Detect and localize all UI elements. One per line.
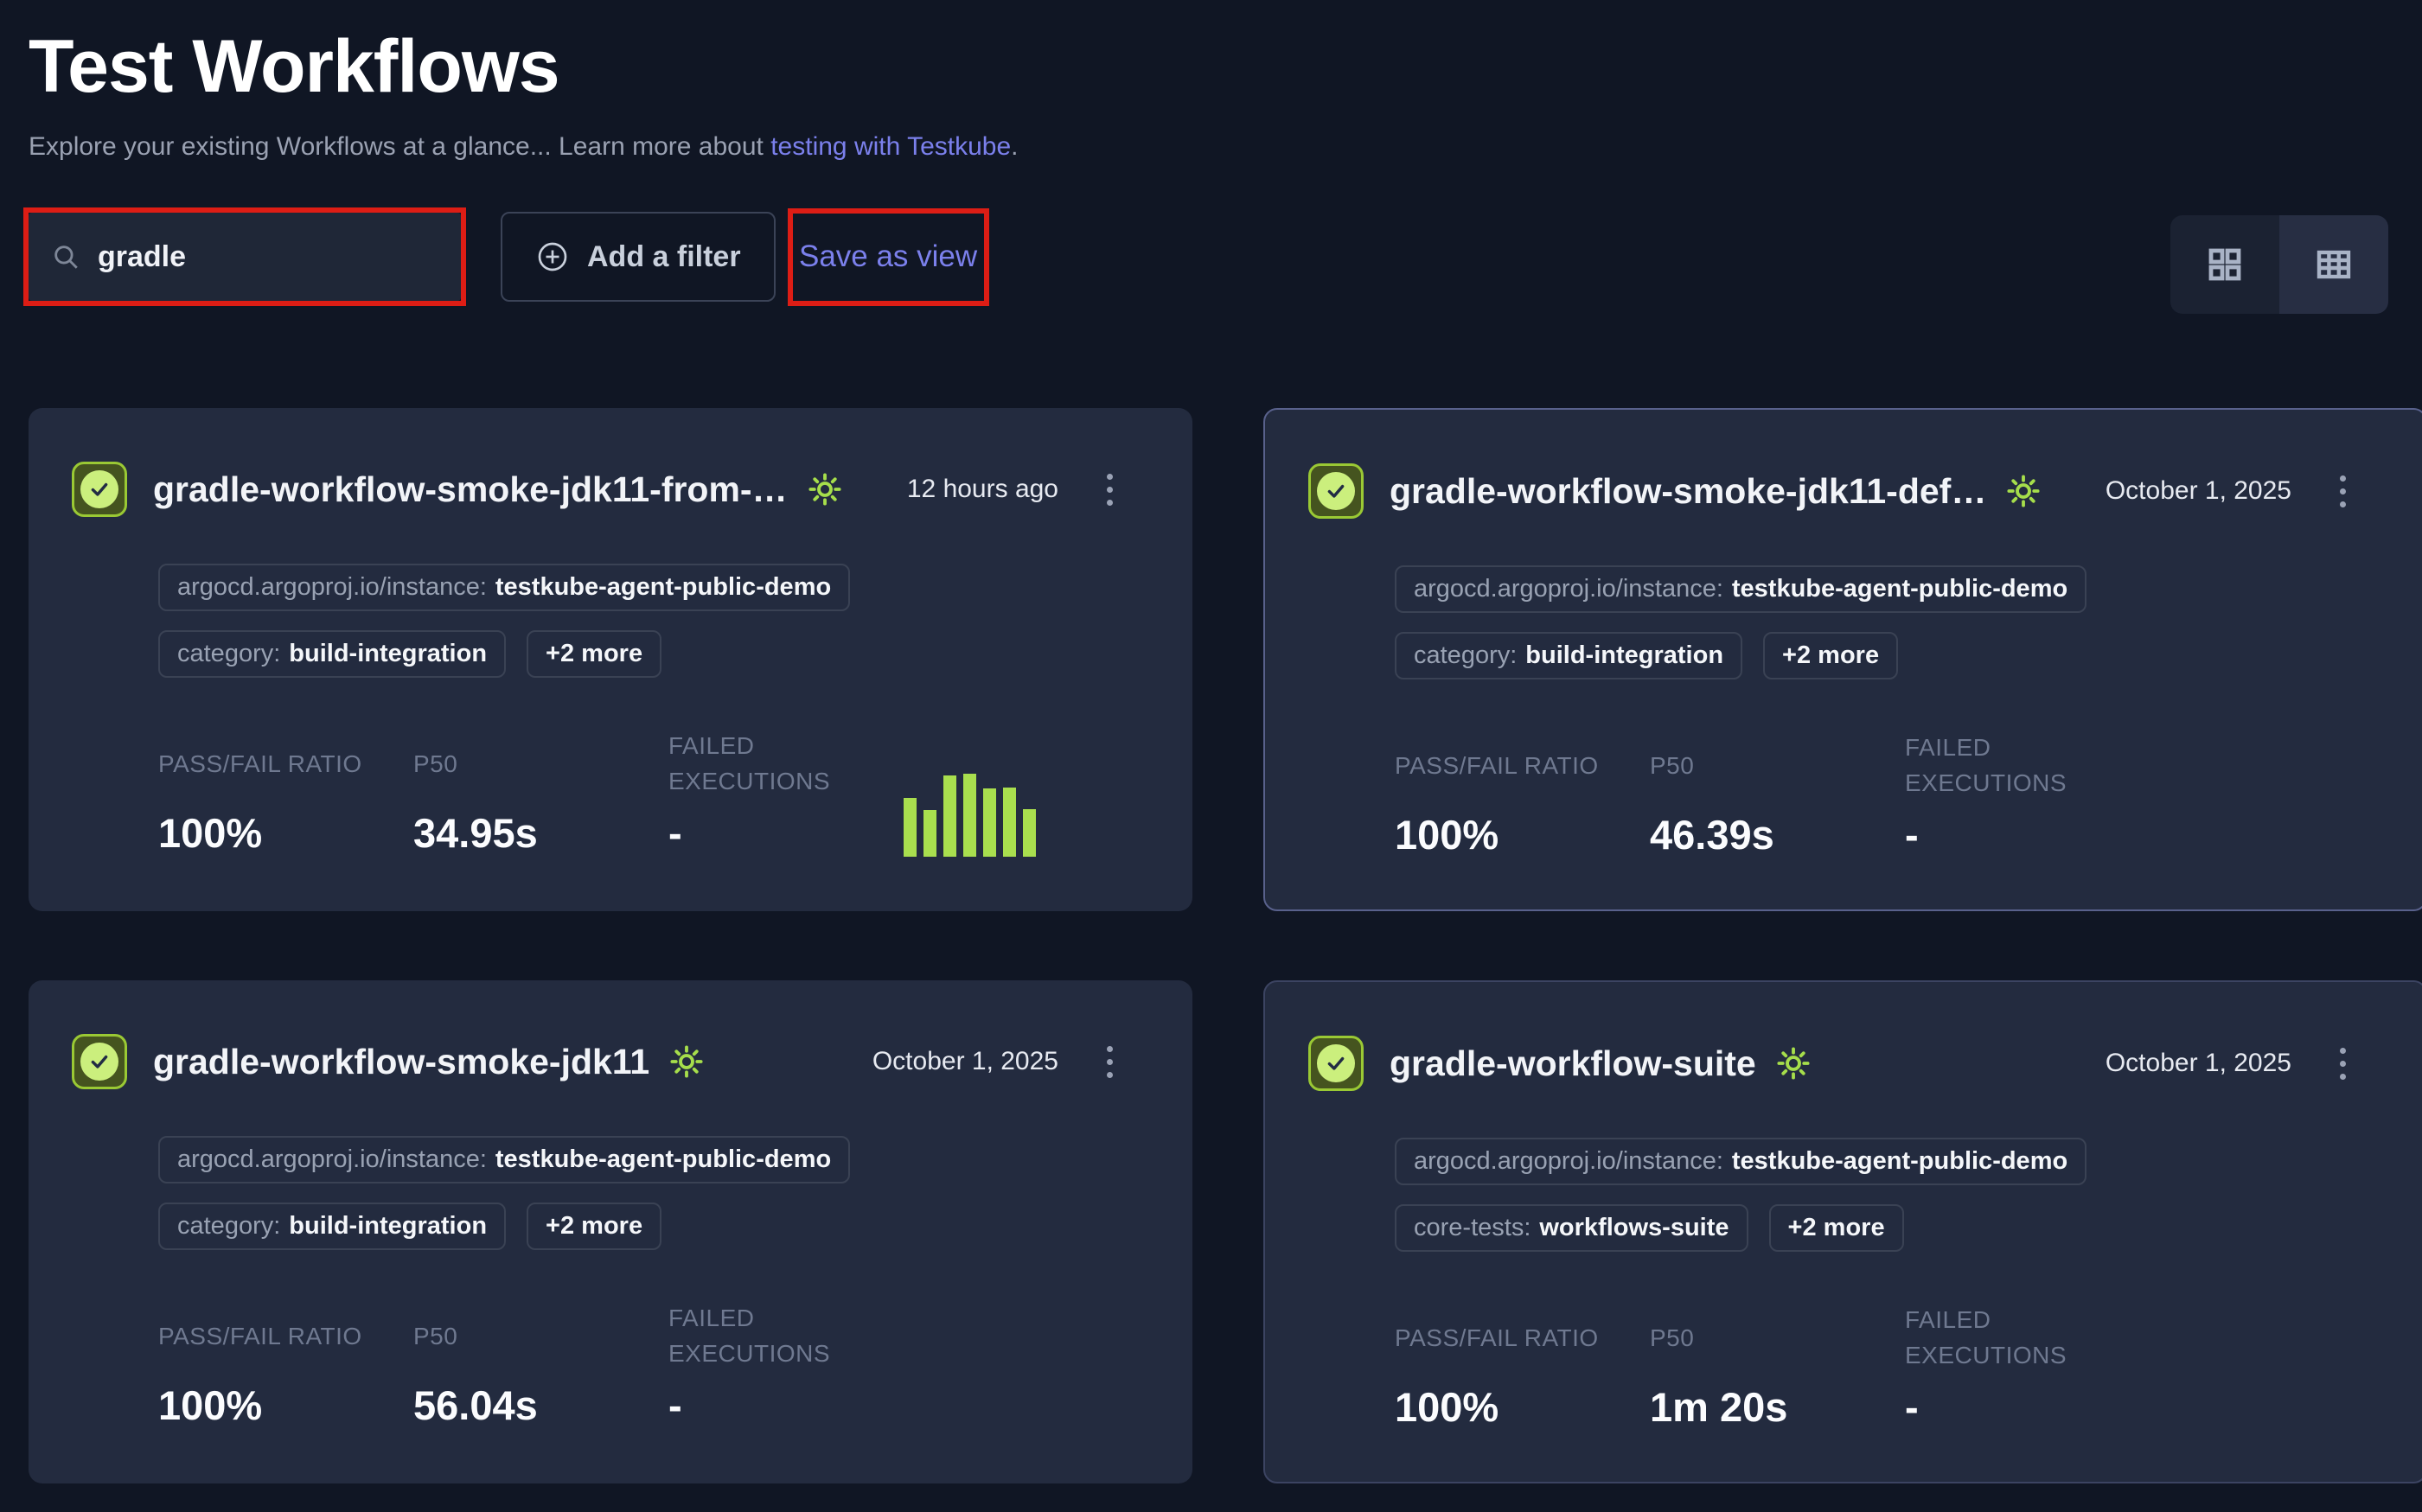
status-passed-icon — [72, 1034, 127, 1089]
workflow-card[interactable]: gradle-workflow-suite October 1, 2025 ar… — [1263, 980, 2422, 1483]
status-passed-icon — [1308, 1036, 1364, 1091]
workflow-name[interactable]: gradle-workflow-smoke-jdk11-from-… — [153, 469, 788, 510]
pass-fail-ratio-value: 100% — [158, 809, 413, 857]
p50-value: 46.39s — [1650, 811, 1905, 858]
card-metrics: PASS/FAIL RATIO 100% P50 46.39s FAILED EXE… — [1395, 730, 2422, 858]
pass-fail-ratio-label: PASS/FAIL RATIO — [1395, 730, 1650, 801]
card-labels: argocd.argoproj.io/instance:testkube-age… — [158, 564, 1192, 678]
failed-executions-label: FAILED EXECUTIONS — [1905, 730, 2121, 801]
status-passed-icon — [1308, 463, 1364, 519]
last-execution-date: October 1, 2025 — [2106, 1049, 2291, 1078]
failed-executions-value: - — [1905, 1383, 2121, 1431]
controls-row: Add a filter Save as view — [23, 200, 2422, 314]
status-passed-icon — [72, 462, 127, 517]
card-metrics: PASS/FAIL RATIO 100% P50 56.04s FAILED EXE… — [158, 1300, 1192, 1429]
label-pill: core-tests:workflows-suite — [1395, 1204, 1748, 1252]
page-subtitle: Explore your existing Workflows at a gla… — [29, 132, 2422, 162]
search-box[interactable] — [29, 213, 461, 301]
failed-executions-label: FAILED EXECUTIONS — [668, 1300, 885, 1371]
pass-fail-ratio-value: 100% — [158, 1381, 413, 1429]
label-pill: argocd.argoproj.io/instance:testkube-age… — [158, 564, 850, 611]
workflow-name[interactable]: gradle-workflow-smoke-jdk11 — [153, 1042, 649, 1082]
failed-executions-value: - — [1905, 811, 2121, 858]
more-labels-pill[interactable]: +2 more — [1769, 1204, 1904, 1252]
pass-fail-ratio-value: 100% — [1395, 1383, 1650, 1431]
failed-executions-value: - — [668, 1381, 885, 1429]
card-header: gradle-workflow-smoke-jdk11-from-… 12 ho… — [29, 408, 1192, 517]
card-header: gradle-workflow-smoke-jdk11-def… October… — [1265, 410, 2422, 519]
last-execution-date: 12 hours ago — [907, 475, 1058, 504]
p50-value: 34.95s — [413, 809, 668, 857]
save-view-annotation-box: Save as view — [788, 208, 989, 306]
page-title: Test Workflows — [29, 24, 2422, 110]
table-view-icon — [2313, 244, 2355, 285]
search-icon — [51, 242, 80, 271]
label-pill: argocd.argoproj.io/instance:testkube-age… — [1395, 1138, 2086, 1185]
label-pill: argocd.argoproj.io/instance:testkube-age… — [1395, 565, 2086, 613]
label-pill: category:build-integration — [1395, 632, 1742, 679]
testing-with-testkube-link[interactable]: testing with Testkube — [770, 132, 1011, 161]
card-labels: argocd.argoproj.io/instance:testkube-age… — [158, 1136, 1192, 1250]
p50-value: 56.04s — [413, 1381, 668, 1429]
p50-label: P50 — [413, 1300, 668, 1371]
health-sun-icon — [807, 471, 843, 507]
workflow-card[interactable]: gradle-workflow-smoke-jdk11 October 1, 2… — [29, 980, 1192, 1483]
card-labels: argocd.argoproj.io/instance:testkube-age… — [1395, 565, 2422, 679]
failed-executions-label: FAILED EXECUTIONS — [1905, 1302, 2121, 1373]
search-annotation-box — [23, 207, 466, 306]
pass-fail-ratio-label: PASS/FAIL RATIO — [158, 1300, 413, 1371]
failed-executions-label: FAILED EXECUTIONS — [668, 728, 885, 799]
subtitle-text: Explore your existing Workflows at a gla… — [29, 132, 770, 161]
card-menu-button[interactable] — [1100, 1039, 1120, 1085]
card-menu-button[interactable] — [1100, 467, 1120, 513]
p50-value: 1m 20s — [1650, 1383, 1905, 1431]
p50-label: P50 — [1650, 1302, 1905, 1373]
card-header: gradle-workflow-suite October 1, 2025 — [1265, 982, 2422, 1091]
last-execution-date: October 1, 2025 — [2106, 476, 2291, 506]
add-filter-button[interactable]: Add a filter — [501, 212, 776, 302]
card-menu-button[interactable] — [2333, 469, 2353, 514]
card-metrics: PASS/FAIL RATIO 100% P50 1m 20s FAILED EXE… — [1395, 1302, 2422, 1431]
label-pill: argocd.argoproj.io/instance:testkube-age… — [158, 1136, 850, 1183]
grid-view-icon — [2204, 244, 2246, 285]
pass-fail-ratio-value: 100% — [1395, 811, 1650, 858]
table-view-button[interactable] — [2279, 215, 2388, 314]
add-filter-label: Add a filter — [587, 240, 741, 274]
label-pill: category:build-integration — [158, 1203, 506, 1250]
card-metrics: PASS/FAIL RATIO 100% P50 34.95s FAILED EXE… — [158, 728, 1192, 857]
more-labels-pill[interactable]: +2 more — [527, 630, 661, 678]
save-as-view-link[interactable]: Save as view — [799, 239, 977, 274]
more-labels-pill[interactable]: +2 more — [527, 1203, 661, 1250]
health-sun-icon — [668, 1043, 705, 1080]
pass-fail-ratio-label: PASS/FAIL RATIO — [1395, 1302, 1650, 1373]
last-execution-date: October 1, 2025 — [872, 1047, 1058, 1076]
card-header: gradle-workflow-smoke-jdk11 October 1, 2… — [29, 980, 1192, 1089]
p50-label: P50 — [413, 728, 668, 799]
p50-label: P50 — [1650, 730, 1905, 801]
more-labels-pill[interactable]: +2 more — [1763, 632, 1898, 679]
search-input[interactable] — [98, 240, 444, 274]
plus-circle-icon — [535, 239, 570, 274]
grid-view-button[interactable] — [2170, 215, 2279, 314]
workflow-name[interactable]: gradle-workflow-smoke-jdk11-def… — [1390, 471, 1986, 512]
workflow-name[interactable]: gradle-workflow-suite — [1390, 1043, 1756, 1084]
executions-bar-chart[interactable] — [904, 774, 1036, 857]
card-menu-button[interactable] — [2333, 1041, 2353, 1087]
workflow-cards-grid: gradle-workflow-smoke-jdk11-from-… 12 ho… — [29, 408, 2422, 1483]
label-pill: category:build-integration — [158, 630, 506, 678]
health-sun-icon — [2005, 473, 2042, 509]
health-sun-icon — [1775, 1045, 1812, 1081]
pass-fail-ratio-label: PASS/FAIL RATIO — [158, 728, 413, 799]
workflow-card[interactable]: gradle-workflow-smoke-jdk11-def… October… — [1263, 408, 2422, 911]
workflow-card[interactable]: gradle-workflow-smoke-jdk11-from-… 12 ho… — [29, 408, 1192, 911]
failed-executions-value: - — [668, 809, 885, 857]
view-mode-toggle — [2170, 215, 2388, 314]
subtitle-period: . — [1011, 132, 1018, 161]
card-labels: argocd.argoproj.io/instance:testkube-age… — [1395, 1138, 2422, 1252]
